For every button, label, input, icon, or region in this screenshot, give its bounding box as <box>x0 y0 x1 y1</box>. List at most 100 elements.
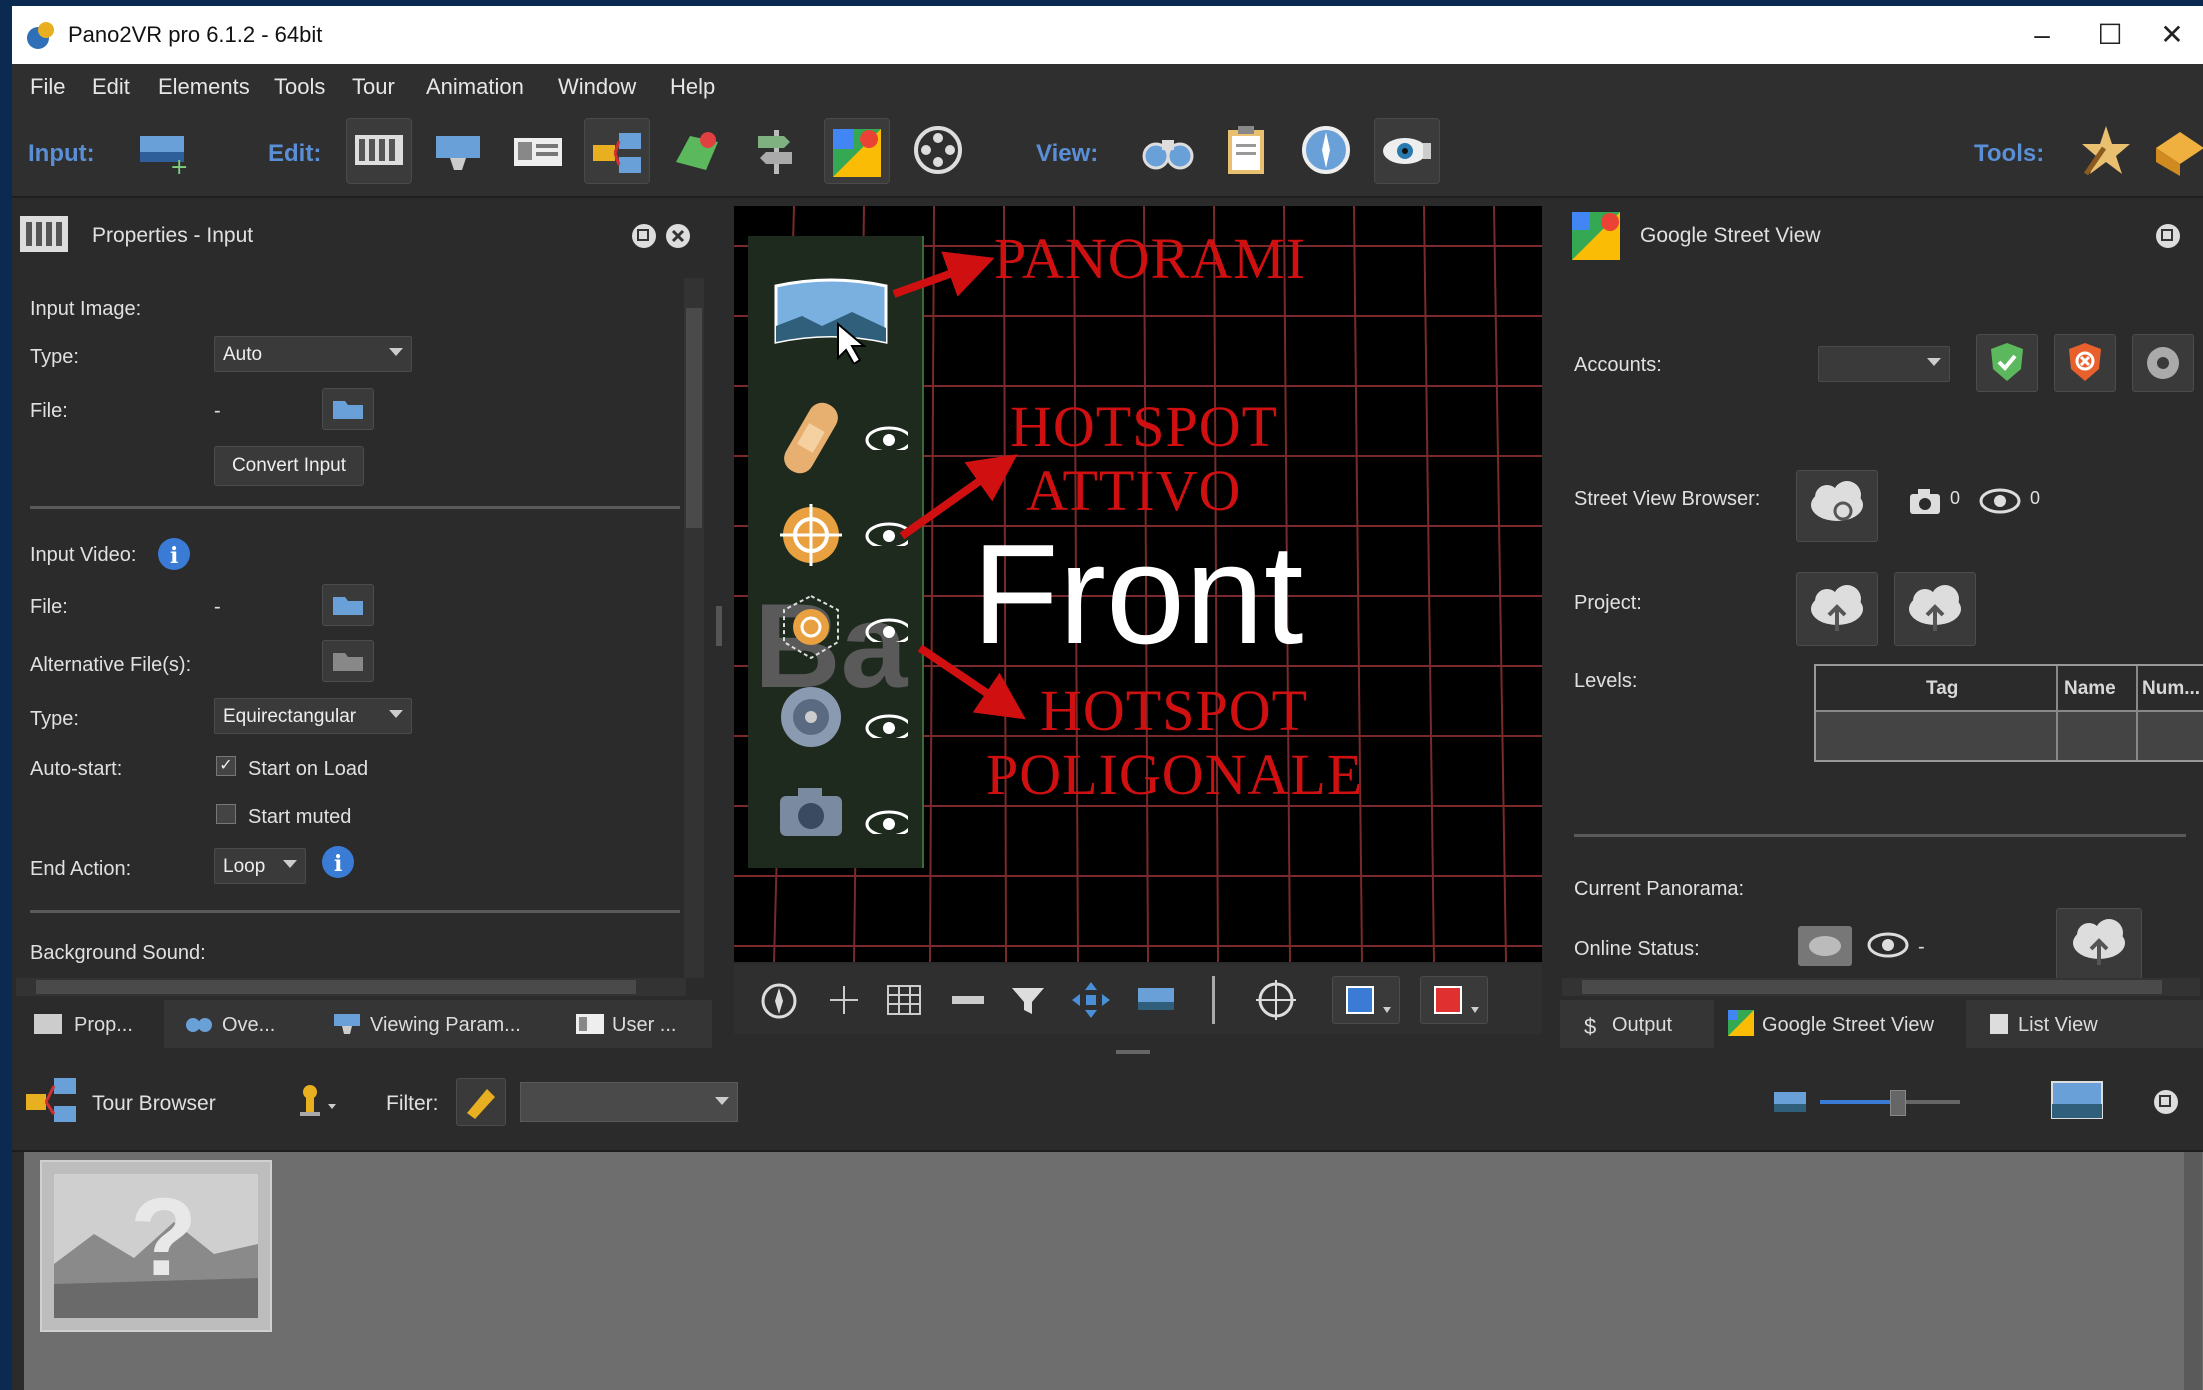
panel-float-icon[interactable] <box>2154 222 2182 250</box>
remove-account-button[interactable] <box>2054 334 2116 392</box>
chevron-down-icon <box>1927 358 1941 366</box>
tour-map-button[interactable] <box>666 118 730 182</box>
vertical-scrollbar[interactable] <box>2184 1152 2202 1390</box>
splitter-handle[interactable] <box>1116 1050 1150 1054</box>
crosshair-icon[interactable] <box>1254 978 1298 1022</box>
compass-icon[interactable] <box>760 982 798 1020</box>
view-overview-button[interactable] <box>1136 118 1200 182</box>
maximize-button[interactable]: ☐ <box>2080 12 2140 58</box>
accounts-select[interactable] <box>1818 346 1950 382</box>
minimize-button[interactable]: – <box>2012 12 2072 58</box>
column-header-name[interactable]: Name <box>2064 678 2116 700</box>
panel-close-icon[interactable] <box>664 222 692 250</box>
input-type-select[interactable]: Auto <box>214 336 412 372</box>
panel-float-icon[interactable] <box>2152 1088 2180 1116</box>
tab-output[interactable]: $ Output <box>1560 1000 1708 1048</box>
column-header-tag[interactable]: Tag <box>1926 678 1958 700</box>
animation-button[interactable] <box>906 118 970 182</box>
tab-properties[interactable]: Prop... <box>12 1000 164 1048</box>
menu-tools[interactable]: Tools <box>274 74 325 100</box>
add-input-button[interactable]: + <box>130 118 194 182</box>
menu-edit[interactable]: Edit <box>92 74 130 100</box>
add-point-icon[interactable] <box>826 982 862 1018</box>
upload-panorama-button[interactable] <box>2056 908 2142 980</box>
filter-funnel-icon[interactable] <box>1008 982 1048 1018</box>
splitter-handle[interactable] <box>716 606 722 646</box>
convert-input-button[interactable]: Convert Input <box>214 446 364 486</box>
panorama-viewport[interactable]: Ba Front PANORAMI HOTSPOT ATTIVO HOTSPOT… <box>734 206 1542 962</box>
add-account-button[interactable] <box>1976 334 2038 392</box>
tools-package-button[interactable] <box>2148 118 2203 182</box>
shield-check-icon <box>1991 343 2023 381</box>
menu-elements[interactable]: Elements <box>158 74 250 100</box>
start-muted-checkbox[interactable] <box>216 804 236 824</box>
panorama-view-icon[interactable] <box>1134 982 1178 1018</box>
tab-list-view[interactable]: List View <box>1974 1000 2174 1048</box>
levels-table[interactable]: Tag Name Num... <box>1814 664 2203 762</box>
horizontal-scrollbar[interactable] <box>1562 978 2200 996</box>
end-action-select[interactable]: Loop <box>214 848 306 884</box>
background-sound-section: Background Sound: <box>30 942 206 964</box>
video-file-label: File: <box>30 596 68 618</box>
browse-file-button[interactable] <box>322 388 374 430</box>
eye-icon <box>1383 138 1431 164</box>
slider-handle[interactable] <box>1890 1090 1906 1116</box>
menu-animation[interactable]: Animation <box>426 74 524 100</box>
user-data-icon <box>576 1014 604 1034</box>
thumbnail-size-slider[interactable] <box>1820 1100 1900 1104</box>
directions-button[interactable] <box>744 118 808 182</box>
viewing-parameters-button[interactable] <box>426 118 490 182</box>
account-settings-button[interactable] <box>2132 334 2194 392</box>
video-type-label: Type: <box>30 708 79 730</box>
menu-window[interactable]: Window <box>558 74 636 100</box>
google-street-view-button[interactable] <box>824 118 890 184</box>
move-arrows-icon[interactable] <box>1070 980 1112 1020</box>
column-header-num[interactable]: Num... <box>2142 678 2200 700</box>
video-type-select[interactable]: Equirectangular <box>214 698 412 734</box>
browse-alternative-button[interactable] <box>322 640 374 682</box>
project-upload-button[interactable] <box>1796 572 1878 646</box>
tab-user-data-label: User ... <box>612 1014 677 1036</box>
tour-browser-button[interactable] <box>584 118 650 184</box>
svg-text:+: + <box>170 155 188 180</box>
tour-browser-title: Tour Browser <box>92 1092 216 1115</box>
cloud-upload-icon <box>1811 585 1863 631</box>
tab-google-street-view[interactable]: Google Street View <box>1714 1000 1966 1048</box>
filter-select[interactable] <box>520 1082 738 1122</box>
tour-sort-button[interactable] <box>288 1078 344 1126</box>
filter-tag-button[interactable] <box>456 1078 506 1126</box>
online-status-value: - <box>1918 936 1925 958</box>
menu-file[interactable]: File <box>30 74 65 100</box>
panel-float-icon[interactable] <box>630 222 658 250</box>
hotspot-color-blue-button[interactable] <box>1332 976 1400 1024</box>
street-view-browser-button[interactable] <box>1796 470 1878 542</box>
tab-user-data[interactable]: User ... <box>568 1000 708 1048</box>
menu-tour[interactable]: Tour <box>352 74 395 100</box>
annotation-hotspot-attivo-1: HOTSPOT <box>1010 394 1279 459</box>
end-action-value: Loop <box>223 856 266 877</box>
tools-wizard-button[interactable] <box>2074 118 2138 182</box>
project-sync-button[interactable] <box>1894 572 1976 646</box>
section-divider <box>1574 834 2186 837</box>
menu-help[interactable]: Help <box>670 74 715 100</box>
browse-video-button[interactable] <box>322 584 374 626</box>
view-hotspots-button[interactable] <box>1374 118 1440 184</box>
cloud-search-icon <box>1811 481 1863 521</box>
properties-button[interactable] <box>346 118 412 184</box>
info-icon[interactable]: i <box>320 844 356 880</box>
folder-open-icon <box>333 401 363 419</box>
user-data-button[interactable] <box>506 118 570 182</box>
close-button[interactable]: ✕ <box>2142 12 2202 58</box>
ruler-icon[interactable] <box>948 982 988 1018</box>
tab-overview[interactable]: Ove... <box>172 1000 312 1048</box>
grid-icon[interactable] <box>884 982 924 1018</box>
view-notes-button[interactable] <box>1214 118 1278 182</box>
tab-viewing-parameters[interactable]: Viewing Param... <box>320 1000 560 1048</box>
hotspot-color-red-button[interactable] <box>1420 976 1488 1024</box>
info-icon[interactable]: i <box>156 536 192 572</box>
panorama-thumbnail[interactable]: ? <box>40 1160 272 1332</box>
vertical-scrollbar[interactable] <box>684 278 704 978</box>
horizontal-scrollbar[interactable] <box>16 978 686 996</box>
view-compass-button[interactable] <box>1294 118 1358 182</box>
start-on-load-checkbox[interactable]: ✓ <box>216 756 236 776</box>
